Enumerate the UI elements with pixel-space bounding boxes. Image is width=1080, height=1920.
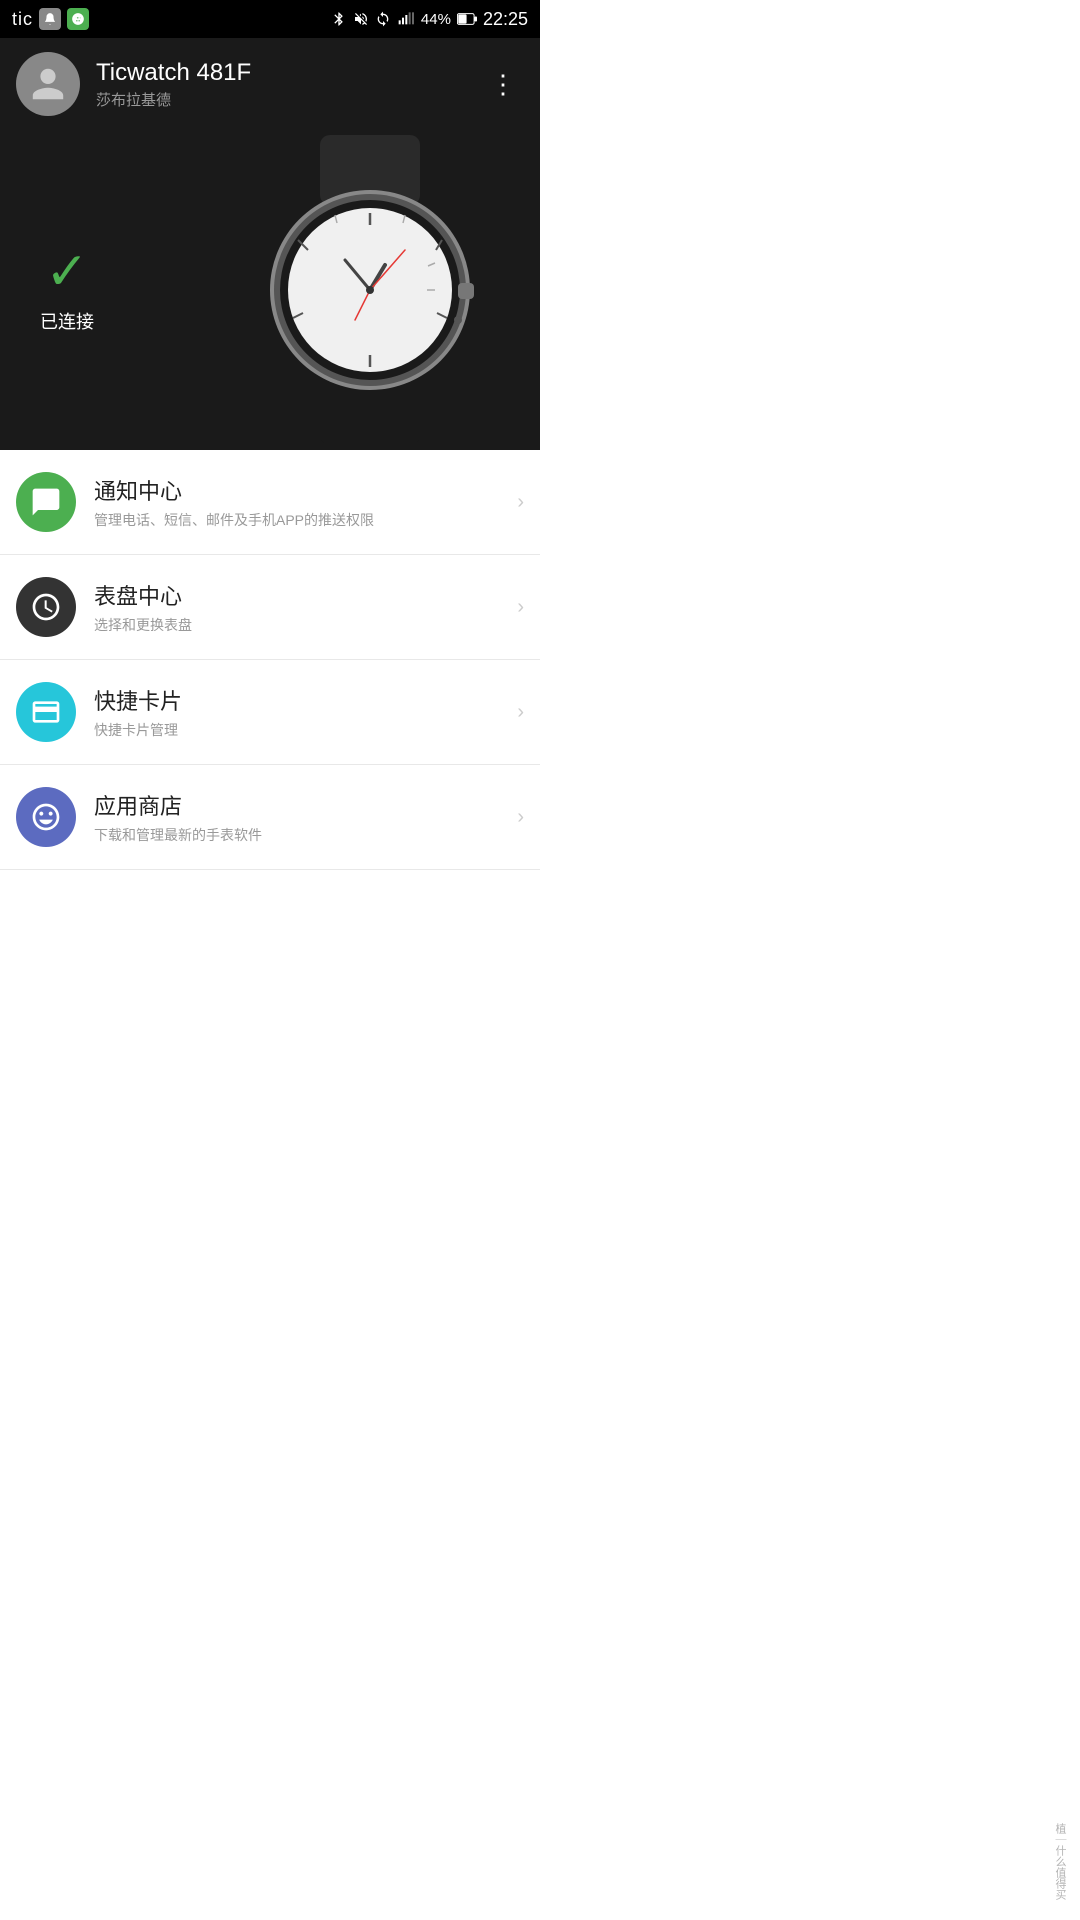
- volume-mute-icon: [353, 11, 369, 27]
- status-right: 44% 22:25: [331, 9, 528, 30]
- status-left: tic: [12, 8, 89, 30]
- appstore-title: 应用商店: [94, 789, 499, 821]
- watchface-subtitle: 选择和更换表盘: [94, 615, 499, 635]
- watchface-menu-icon: [16, 577, 76, 637]
- watch-svg: [220, 135, 520, 445]
- notification-arrow: ›: [517, 491, 524, 514]
- appstore-text: 应用商店 下载和管理最新的手表软件: [94, 789, 499, 845]
- app-name-label: tic: [12, 9, 33, 30]
- battery-label: 44%: [421, 11, 451, 28]
- quickcard-text: 快捷卡片 快捷卡片管理: [94, 684, 499, 740]
- avatar-icon: [29, 65, 67, 103]
- menu-item-appstore[interactable]: 应用商店 下载和管理最新的手表软件 ›: [0, 765, 540, 870]
- watermark: 植｜什么值得买: [1052, 1823, 1068, 1900]
- bluetooth-icon: [331, 11, 347, 27]
- connected-status: ✓ 已连接: [40, 246, 94, 334]
- notification-subtitle: 管理电话、短信、邮件及手机APP的推送权限: [94, 510, 499, 530]
- check-icon: ✓: [45, 246, 89, 298]
- clock-icon: [30, 591, 62, 623]
- smile-icon: [30, 801, 62, 833]
- appstore-arrow: ›: [517, 806, 524, 829]
- avatar: [16, 52, 80, 116]
- battery-icon: [457, 12, 477, 26]
- device-name: Ticwatch 481F: [96, 59, 468, 87]
- watchface-title: 表盘中心: [94, 579, 499, 611]
- menu-item-quickcard[interactable]: 快捷卡片 快捷卡片管理 ›: [0, 660, 540, 765]
- watch-illustration: [190, 130, 540, 450]
- wechat-icon: [67, 8, 89, 30]
- watchface-arrow: ›: [517, 596, 524, 619]
- notification-text: 通知中心 管理电话、短信、邮件及手机APP的推送权限: [94, 474, 499, 530]
- device-subtitle: 莎布拉基德: [96, 89, 468, 110]
- signal-icon: [397, 11, 415, 27]
- menu-item-notification[interactable]: 通知中心 管理电话、短信、邮件及手机APP的推送权限 ›: [0, 450, 540, 555]
- hero-section: ✓ 已连接: [0, 130, 540, 450]
- more-button[interactable]: ⋮: [484, 63, 524, 106]
- time-label: 22:25: [483, 9, 528, 30]
- sync-icon: [375, 11, 391, 27]
- menu-section: 通知中心 管理电话、短信、邮件及手机APP的推送权限 › 表盘中心 选择和更换表…: [0, 450, 540, 870]
- quickcard-menu-icon: [16, 682, 76, 742]
- menu-item-watchface[interactable]: 表盘中心 选择和更换表盘 ›: [0, 555, 540, 660]
- quickcard-subtitle: 快捷卡片管理: [94, 720, 499, 740]
- watchface-text: 表盘中心 选择和更换表盘: [94, 579, 499, 635]
- app-header: Ticwatch 481F 莎布拉基德 ⋮: [0, 38, 540, 130]
- cards-icon: [30, 696, 62, 728]
- connected-text: 已连接: [40, 308, 94, 334]
- status-bar: tic: [0, 0, 540, 38]
- header-text: Ticwatch 481F 莎布拉基德: [96, 59, 468, 110]
- appstore-subtitle: 下载和管理最新的手表软件: [94, 825, 499, 845]
- quickcard-arrow: ›: [517, 701, 524, 724]
- quickcard-title: 快捷卡片: [94, 684, 499, 716]
- notification-title: 通知中心: [94, 474, 499, 506]
- chat-bubble-icon: [30, 486, 62, 518]
- notification-menu-icon: [16, 472, 76, 532]
- notification-icon: [39, 8, 61, 30]
- appstore-menu-icon: [16, 787, 76, 847]
